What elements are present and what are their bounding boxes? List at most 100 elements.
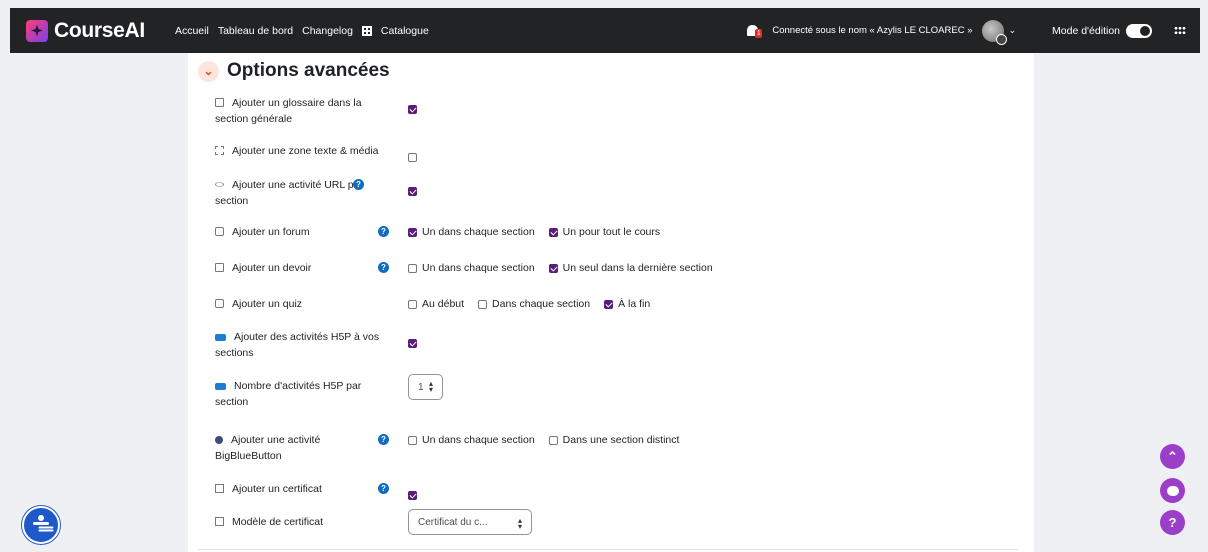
- nav-link-catalogue[interactable]: Catalogue: [361, 24, 438, 37]
- forum-icon: [215, 227, 224, 236]
- row-label-text: Modèle de certificat: [232, 516, 324, 528]
- checkbox[interactable]: [408, 299, 417, 309]
- h5p-checkbox[interactable]: [408, 339, 422, 348]
- select-arrows-icon: ▴ ▾: [517, 516, 522, 531]
- row-label-text: Nombre d'activités H5P par section: [215, 380, 362, 408]
- help-question-fab[interactable]: ?: [1160, 510, 1185, 535]
- row-options: [408, 187, 436, 196]
- nav-link-tableau-de-bord[interactable]: Tableau de bord: [218, 25, 293, 37]
- quiz-option-end[interactable]: À la fin: [604, 298, 650, 310]
- certificate-template-select[interactable]: Certificat du c... ▴ ▾: [408, 509, 532, 535]
- row-options: Au début Dans chaque section À la fin: [408, 298, 664, 310]
- help-question-icon[interactable]: ?: [378, 262, 389, 273]
- checkbox[interactable]: [408, 339, 417, 348]
- brand-logo[interactable]: CourseAI: [26, 19, 145, 43]
- option-label: Un dans chaque section: [422, 226, 535, 238]
- apps-grid-icon[interactable]: [1174, 26, 1186, 35]
- row-label: Modèle de certificat: [215, 514, 385, 530]
- row-label: Ajouter une activité BigBlueButton: [215, 432, 385, 464]
- row-options: Un dans chaque section Un seul dans la d…: [408, 262, 727, 274]
- main-content: ⌄ Options avancées Ajouter un glossaire …: [188, 53, 1034, 552]
- row-options: [408, 153, 436, 162]
- catalogue-grid-icon: [361, 25, 372, 36]
- forum-option-each-section[interactable]: Un dans chaque section: [408, 226, 535, 238]
- assignment-option-each-section[interactable]: Un dans chaque section: [408, 262, 535, 274]
- edit-mode-toggle-knob: [1140, 25, 1150, 36]
- help-question-icon[interactable]: ?: [353, 179, 364, 190]
- checkbox[interactable]: [408, 435, 417, 445]
- option-label: Un dans chaque section: [422, 262, 535, 274]
- certificate-icon: [215, 484, 224, 493]
- checkbox[interactable]: [408, 491, 417, 500]
- notification-badge: 1: [755, 29, 763, 38]
- option-label: Un pour tout le cours: [562, 226, 661, 238]
- row-options: Un dans chaque section Dans une section …: [408, 434, 693, 446]
- logo-icon: [26, 19, 48, 42]
- notification-bell-icon[interactable]: 1: [747, 25, 763, 38]
- help-question-icon[interactable]: ?: [378, 434, 389, 445]
- chat-icon[interactable]: [1160, 478, 1185, 503]
- nav-link-catalogue-label: Catalogue: [380, 24, 429, 37]
- bigbluebutton-icon: [215, 436, 223, 444]
- row-label-text: Ajouter un certificat: [232, 483, 322, 495]
- text-media-icon: [215, 146, 224, 155]
- avatar-badge: [996, 33, 1008, 45]
- help-question-icon[interactable]: ?: [378, 483, 389, 494]
- edit-mode-label: Mode d'édition: [1052, 24, 1120, 37]
- row-options: [408, 339, 436, 348]
- option-label: Au début: [422, 298, 465, 310]
- checkbox[interactable]: [408, 263, 417, 273]
- quiz-icon: [215, 299, 224, 308]
- row-label-text: Ajouter une zone texte & média: [232, 145, 379, 157]
- assignment-icon: [215, 263, 224, 272]
- quiz-option-start[interactable]: Au début: [408, 298, 464, 310]
- row-label: Nombre d'activités H5P par section: [215, 378, 385, 410]
- top-navbar: CourseAI Accueil Tableau de bord Changel…: [10, 8, 1200, 53]
- edit-mode-toggle[interactable]: [1126, 23, 1152, 38]
- certificate-checkbox[interactable]: [408, 491, 422, 500]
- checkbox[interactable]: [548, 227, 558, 237]
- checkbox[interactable]: [548, 263, 558, 273]
- chat-bubble-shape: [1166, 485, 1179, 496]
- checkbox[interactable]: [408, 153, 417, 162]
- primary-nav: Accueil Tableau de bord Changelog Catalo…: [175, 25, 447, 37]
- checkbox[interactable]: [408, 187, 417, 196]
- nav-link-accueil[interactable]: Accueil: [175, 25, 209, 37]
- row-label: Ajouter un certificat: [215, 481, 385, 497]
- row-options: Un dans chaque section Un pour tout le c…: [408, 226, 674, 238]
- h5p-count-select[interactable]: 1 ▴ ▾: [408, 374, 443, 400]
- section-title: Options avancées: [227, 60, 390, 81]
- accessibility-icon[interactable]: [22, 506, 60, 544]
- checkbox[interactable]: [548, 435, 558, 445]
- help-question-icon[interactable]: ?: [378, 226, 389, 237]
- row-label: Ajouter un devoir: [215, 260, 385, 276]
- assignment-option-last-section[interactable]: Un seul dans la dernière section: [548, 262, 713, 274]
- url-link-icon: [213, 181, 226, 188]
- collapse-chevron-down-icon[interactable]: ⌄: [198, 60, 219, 82]
- section-divider: [198, 549, 1018, 550]
- help-fab-text: ?: [1168, 515, 1177, 530]
- row-label-text: Ajouter une activité BigBlueButton: [215, 434, 321, 462]
- row-label: Ajouter un forum: [215, 224, 385, 240]
- checkbox[interactable]: [478, 299, 488, 309]
- row-label-text: Ajouter un glossaire dans la section gén…: [215, 97, 362, 125]
- bbb-option-distinct-section[interactable]: Dans une section distinct: [548, 434, 679, 446]
- option-label: Un seul dans la dernière section: [562, 262, 713, 274]
- option-label: Un dans chaque section: [422, 434, 535, 446]
- checkbox[interactable]: [408, 227, 417, 237]
- url-checkbox[interactable]: [408, 187, 422, 196]
- nav-link-changelog[interactable]: Changelog: [302, 25, 353, 37]
- scroll-top-chevron-up-icon[interactable]: ⌃: [1160, 444, 1185, 469]
- option-label: À la fin: [618, 298, 651, 310]
- text-media-checkbox[interactable]: [408, 153, 422, 162]
- row-options: [408, 491, 436, 500]
- forum-option-whole-course[interactable]: Un pour tout le cours: [548, 226, 661, 238]
- bbb-option-each-section[interactable]: Un dans chaque section: [408, 434, 535, 446]
- quiz-option-each-section[interactable]: Dans chaque section: [478, 298, 590, 310]
- user-menu-chevron-down-icon[interactable]: ⌄: [1008, 25, 1016, 36]
- checkbox[interactable]: [604, 299, 614, 309]
- row-label-text: Ajouter un devoir: [232, 262, 312, 274]
- glossary-checkbox[interactable]: [408, 105, 422, 114]
- checkbox[interactable]: [408, 105, 417, 114]
- user-avatar[interactable]: [982, 19, 1008, 45]
